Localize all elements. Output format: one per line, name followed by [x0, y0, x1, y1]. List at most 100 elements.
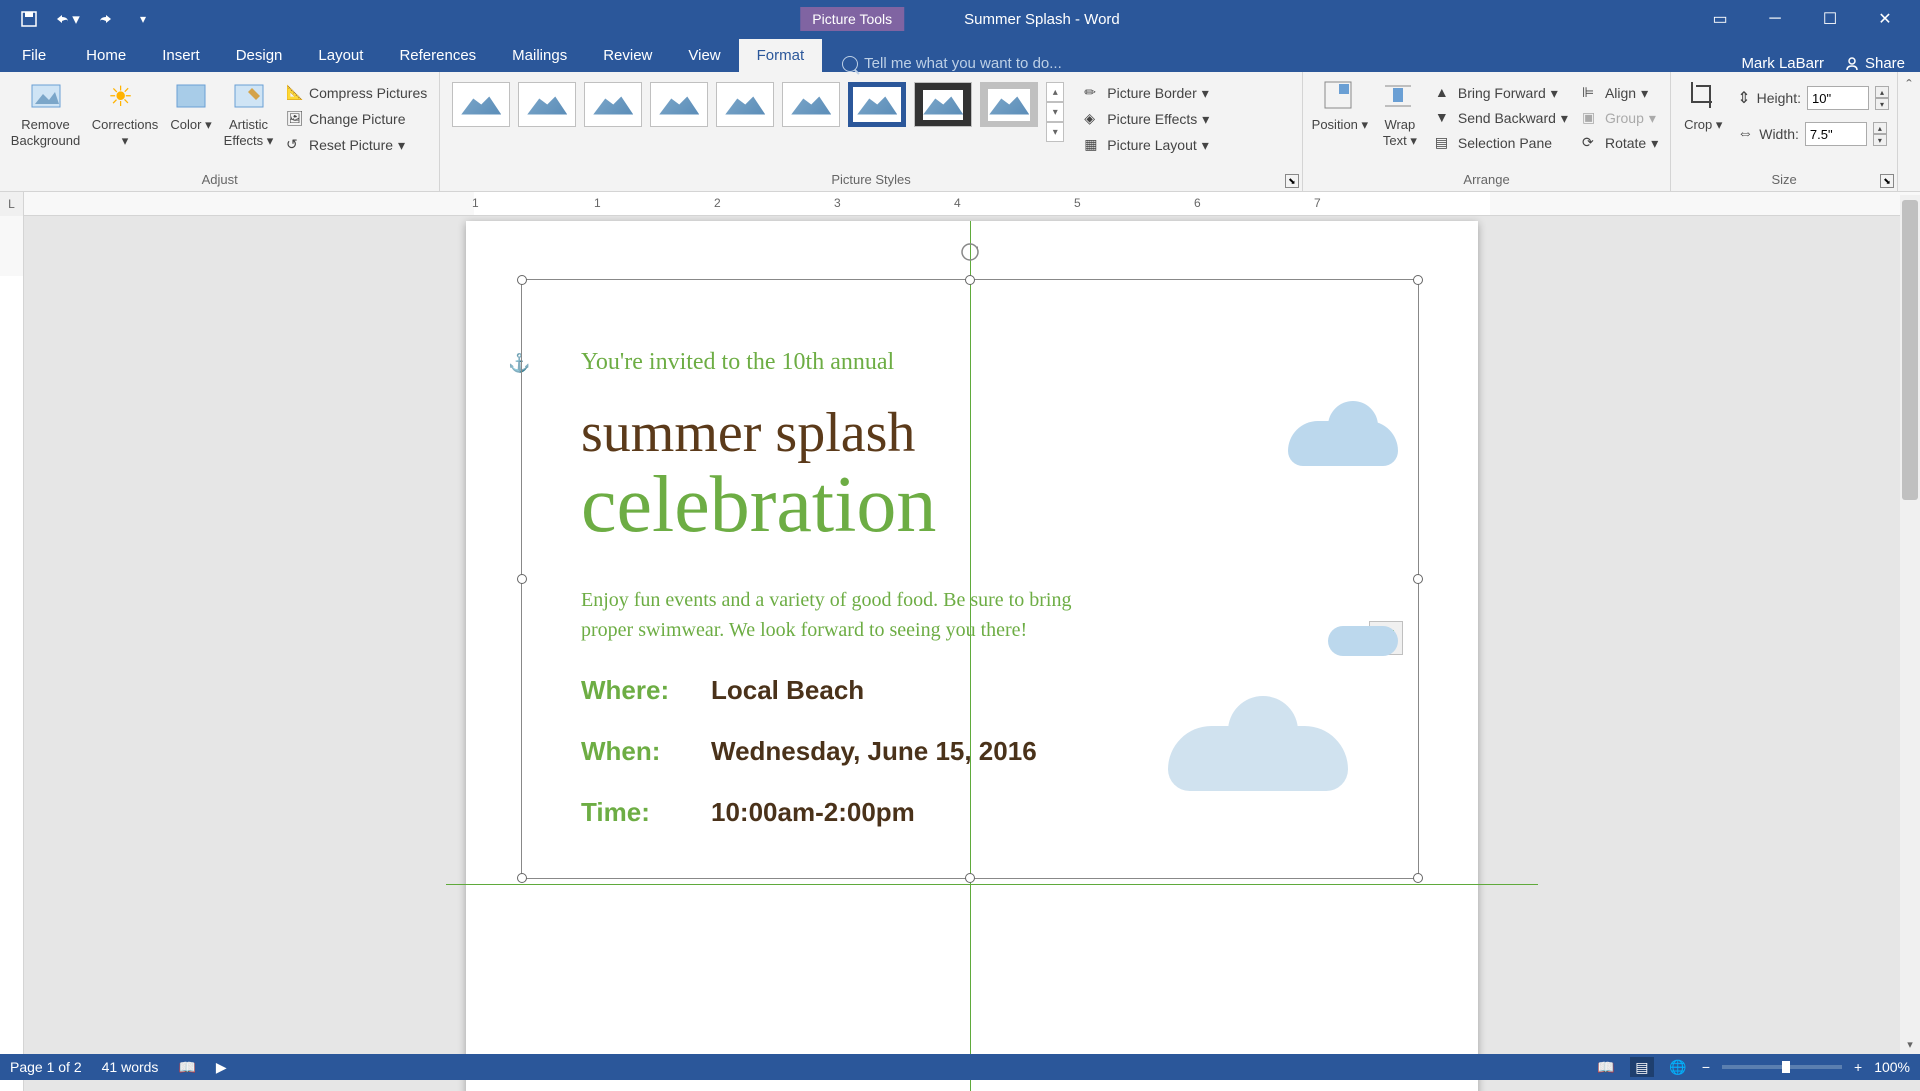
group-arrange: Position ▾ Wrap Text ▾ ▲Bring Forward ▾ … [1303, 72, 1671, 191]
change-picture-button[interactable]: 🖼Change Picture [282, 108, 431, 130]
web-layout-button[interactable]: 🌐 [1666, 1057, 1690, 1077]
tab-layout[interactable]: Layout [300, 39, 381, 72]
close-button[interactable]: ✕ [1870, 4, 1900, 34]
word-count[interactable]: 41 words [102, 1059, 159, 1075]
macro-icon[interactable]: ▶ [216, 1059, 227, 1076]
zoom-slider[interactable] [1722, 1065, 1842, 1069]
resize-handle-tl[interactable] [517, 275, 527, 285]
picture-style-1[interactable] [452, 82, 510, 127]
tab-view[interactable]: View [670, 39, 738, 72]
tab-file[interactable]: File [0, 39, 68, 72]
send-backward-button[interactable]: ▼Send Backward ▾ [1431, 107, 1572, 129]
picture-style-4[interactable] [650, 82, 708, 127]
page[interactable]: ⚓ You're invited to the [466, 221, 1478, 1091]
print-layout-button[interactable]: ▤ [1630, 1057, 1654, 1077]
picture-style-2[interactable] [518, 82, 576, 127]
gallery-more[interactable]: ▾ [1046, 122, 1064, 142]
picture-style-6[interactable] [782, 82, 840, 127]
resize-handle-ml[interactable] [517, 574, 527, 584]
picture-style-3[interactable] [584, 82, 642, 127]
width-down[interactable]: ▾ [1873, 134, 1887, 146]
vertical-scrollbar[interactable]: ▴ ▾ [1900, 195, 1920, 1054]
picture-border-button[interactable]: ✏Picture Border ▾ [1080, 82, 1213, 104]
scroll-down-arrow[interactable]: ▾ [1900, 1034, 1920, 1054]
color-button[interactable]: Color ▾ [167, 76, 215, 172]
width-up[interactable]: ▴ [1873, 122, 1887, 134]
rotate-button[interactable]: ⟳Rotate ▾ [1578, 132, 1662, 154]
alignment-guide-horizontal [446, 884, 1538, 885]
page-indicator[interactable]: Page 1 of 2 [10, 1059, 82, 1075]
title-line-2: celebration [581, 465, 1361, 545]
align-button[interactable]: ⊫Align ▾ [1578, 82, 1662, 104]
resize-handle-bl[interactable] [517, 873, 527, 883]
tab-review[interactable]: Review [585, 39, 670, 72]
undo-button[interactable]: ▾ [53, 5, 81, 33]
compress-pictures-button[interactable]: 📐Compress Pictures [282, 82, 431, 104]
corrections-button[interactable]: ☀ Corrections ▾ [89, 76, 161, 172]
size-dialog-launcher[interactable]: ⬊ [1880, 174, 1894, 188]
tab-insert[interactable]: Insert [144, 39, 218, 72]
tell-me-search[interactable]: Tell me what you want to do... [842, 55, 1062, 72]
tab-home[interactable]: Home [68, 39, 144, 72]
remove-background-button[interactable]: Remove Background [8, 76, 83, 172]
qat-customize[interactable]: ▾ [129, 5, 157, 33]
user-name[interactable]: Mark LaBarr [1741, 55, 1824, 72]
rotate-handle[interactable] [958, 240, 982, 264]
tab-design[interactable]: Design [218, 39, 301, 72]
picture-style-7[interactable] [848, 82, 906, 127]
share-icon [1844, 56, 1860, 72]
when-label: When: [581, 736, 681, 767]
gallery-scroll-down[interactable]: ▾ [1046, 102, 1064, 122]
height-up[interactable]: ▴ [1875, 86, 1889, 98]
scroll-thumb[interactable] [1902, 200, 1918, 500]
zoom-out-button[interactable]: − [1702, 1059, 1710, 1075]
bring-forward-button[interactable]: ▲Bring Forward ▾ [1431, 82, 1572, 104]
group-size: Crop ▾ ⇕ Height: ▴▾ ⇔ Width: ▴▾ Size ⬊ [1671, 72, 1898, 191]
resize-handle-bc[interactable] [965, 873, 975, 883]
minimize-button[interactable]: ─ [1760, 4, 1790, 34]
resize-handle-mr[interactable] [1413, 574, 1423, 584]
vertical-ruler[interactable] [0, 216, 24, 1091]
picture-layout-button[interactable]: ▦Picture Layout ▾ [1080, 134, 1213, 156]
ribbon-display-options-icon[interactable]: ▭ [1705, 4, 1735, 34]
cloud-graphic-1 [1288, 421, 1398, 466]
artistic-effects-button[interactable]: Artistic Effects ▾ [221, 76, 276, 172]
tab-selector[interactable]: L [0, 192, 24, 216]
tab-format[interactable]: Format [739, 39, 823, 72]
picture-style-5[interactable] [716, 82, 774, 127]
time-label: Time: [581, 797, 681, 828]
wrap-text-button[interactable]: Wrap Text ▾ [1375, 76, 1425, 172]
picture-style-8[interactable] [914, 82, 972, 127]
styles-dialog-launcher[interactable]: ⬊ [1285, 174, 1299, 188]
resize-handle-tc[interactable] [965, 275, 975, 285]
read-mode-button[interactable]: 📖 [1594, 1057, 1618, 1077]
redo-button[interactable] [91, 5, 119, 33]
maximize-button[interactable]: ☐ [1815, 4, 1845, 34]
crop-button[interactable]: Crop ▾ [1679, 76, 1727, 172]
tab-references[interactable]: References [381, 39, 494, 72]
height-down[interactable]: ▾ [1875, 98, 1889, 110]
spellcheck-icon[interactable]: 📖 [178, 1059, 195, 1076]
gallery-scroll-up[interactable]: ▴ [1046, 82, 1064, 102]
picture-style-9[interactable] [980, 82, 1038, 127]
width-input[interactable] [1805, 122, 1867, 146]
collapse-ribbon-icon[interactable]: ˆ [1906, 78, 1911, 96]
selection-pane-button[interactable]: ▤Selection Pane [1431, 132, 1572, 154]
when-value: Wednesday, June 15, 2016 [711, 736, 1037, 767]
group-label-size: Size [1679, 172, 1889, 189]
width-label: Width: [1759, 126, 1799, 142]
save-icon[interactable] [15, 5, 43, 33]
height-input[interactable] [1807, 86, 1869, 110]
position-button[interactable]: Position ▾ [1311, 76, 1369, 172]
reset-picture-button[interactable]: ↺Reset Picture ▾ [282, 134, 431, 156]
resize-handle-br[interactable] [1413, 873, 1423, 883]
tab-mailings[interactable]: Mailings [494, 39, 585, 72]
where-value: Local Beach [711, 675, 864, 706]
zoom-in-button[interactable]: + [1854, 1059, 1862, 1075]
group-button[interactable]: ▣Group ▾ [1578, 107, 1662, 129]
horizontal-ruler[interactable]: L 1 1 2 3 4 5 6 7 [0, 192, 1920, 216]
share-button[interactable]: Share [1844, 55, 1905, 72]
zoom-level[interactable]: 100% [1874, 1059, 1910, 1075]
resize-handle-tr[interactable] [1413, 275, 1423, 285]
picture-effects-button[interactable]: ◈Picture Effects ▾ [1080, 108, 1213, 130]
